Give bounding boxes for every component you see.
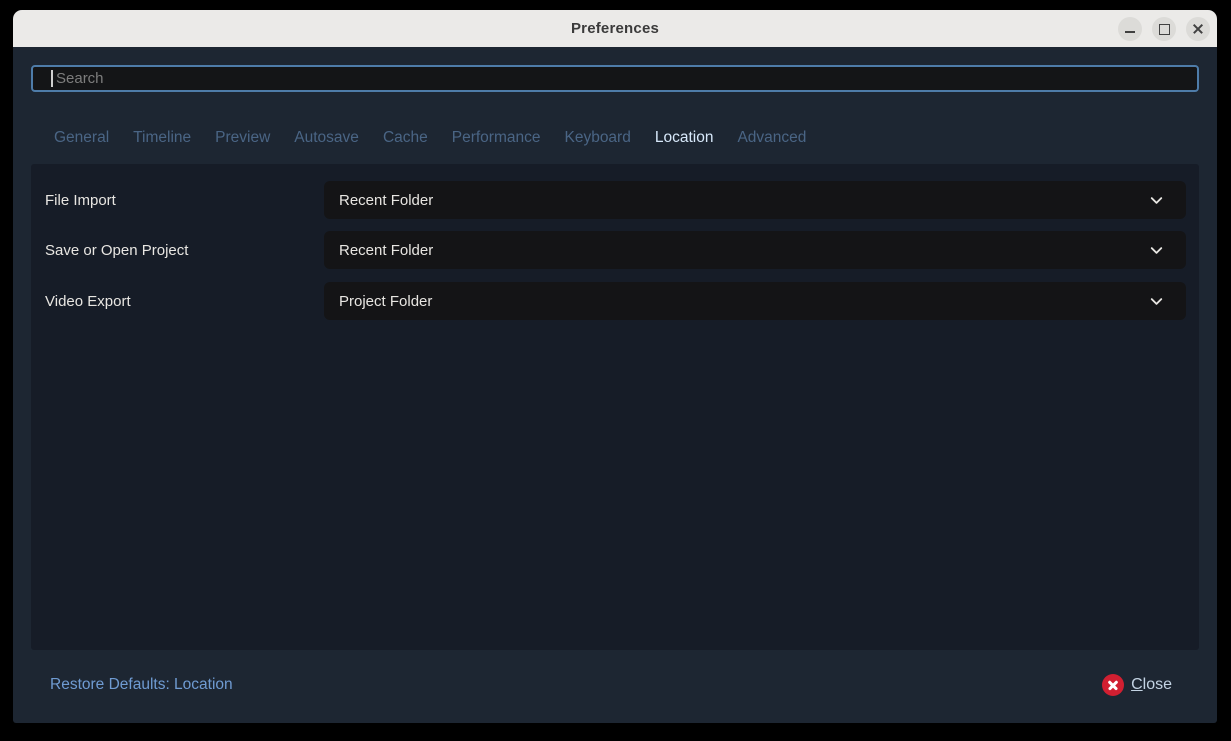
tab-general[interactable]: General bbox=[54, 125, 109, 151]
setting-row-video-export: Video Export Project Folder bbox=[31, 282, 1199, 320]
setting-row-file-import: File Import Recent Folder bbox=[31, 181, 1199, 219]
tab-keyboard[interactable]: Keyboard bbox=[564, 125, 630, 151]
titlebar[interactable]: Preferences bbox=[13, 10, 1217, 47]
search-input[interactable] bbox=[31, 65, 1199, 92]
maximize-icon[interactable] bbox=[1152, 17, 1176, 41]
chevron-down-icon bbox=[1147, 241, 1166, 260]
minimize-icon[interactable] bbox=[1118, 17, 1142, 41]
close-x-icon bbox=[1102, 674, 1124, 696]
settings-panel: File Import Recent Folder Save or Open P… bbox=[31, 164, 1199, 650]
restore-defaults-button[interactable]: Restore Defaults: Location bbox=[50, 676, 233, 694]
dialog-footer: Restore Defaults: Location Close bbox=[13, 650, 1217, 723]
chevron-down-icon bbox=[1147, 191, 1166, 210]
preferences-window: Preferences General Timeline Preview Aut… bbox=[13, 10, 1217, 723]
tab-location[interactable]: Location bbox=[655, 125, 714, 151]
tab-preview[interactable]: Preview bbox=[215, 125, 270, 151]
save-open-project-label: Save or Open Project bbox=[45, 242, 188, 259]
search-field-container bbox=[31, 65, 1199, 92]
window-controls bbox=[1118, 10, 1210, 47]
tab-advanced[interactable]: Advanced bbox=[737, 125, 806, 151]
close-dialog-button[interactable]: Close bbox=[1102, 674, 1172, 696]
save-open-project-value: Recent Folder bbox=[339, 242, 433, 259]
video-export-label: Video Export bbox=[45, 293, 131, 310]
video-export-value: Project Folder bbox=[339, 293, 432, 310]
file-import-label: File Import bbox=[45, 192, 116, 209]
tab-timeline[interactable]: Timeline bbox=[133, 125, 191, 151]
tab-performance[interactable]: Performance bbox=[452, 125, 541, 151]
close-button-label: Close bbox=[1131, 676, 1172, 694]
tab-autosave[interactable]: Autosave bbox=[294, 125, 359, 151]
close-window-icon[interactable] bbox=[1186, 17, 1210, 41]
file-import-dropdown[interactable]: Recent Folder bbox=[324, 181, 1186, 219]
window-title: Preferences bbox=[13, 20, 1217, 37]
save-open-project-dropdown[interactable]: Recent Folder bbox=[324, 231, 1186, 269]
desktop-background: Preferences General Timeline Preview Aut… bbox=[0, 0, 1231, 741]
chevron-down-icon bbox=[1147, 292, 1166, 311]
tab-bar: General Timeline Preview Autosave Cache … bbox=[54, 125, 806, 151]
setting-row-save-open-project: Save or Open Project Recent Folder bbox=[31, 231, 1199, 269]
video-export-dropdown[interactable]: Project Folder bbox=[324, 282, 1186, 320]
tab-cache[interactable]: Cache bbox=[383, 125, 428, 151]
file-import-value: Recent Folder bbox=[339, 192, 433, 209]
